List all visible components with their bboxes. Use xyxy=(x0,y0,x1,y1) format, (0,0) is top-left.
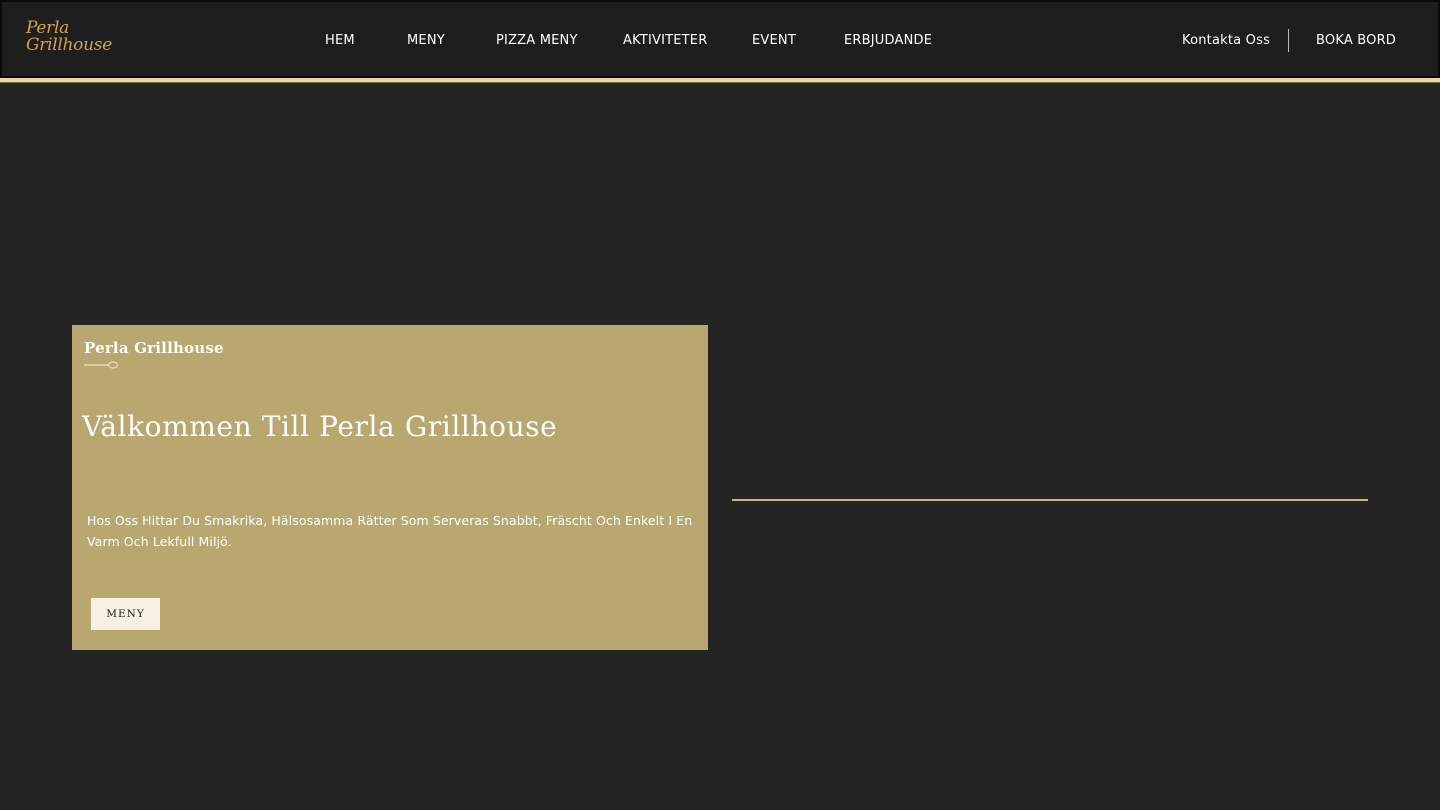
nav-item-hem[interactable]: HEM xyxy=(325,32,355,50)
nav-item-pizza-meny[interactable]: PIZZA MENY xyxy=(496,32,578,50)
menu-button[interactable]: MENY xyxy=(91,598,160,630)
hero-title: Välkommen Till Perla Grillhouse xyxy=(82,410,558,443)
spoon-ornament-icon xyxy=(84,361,118,369)
nav-item-meny[interactable]: MENY xyxy=(407,32,445,50)
decorative-divider-line xyxy=(732,499,1368,501)
hero-description: Hos Oss Hittar Du Smakrika, Hälsosamma R… xyxy=(87,513,693,549)
site-header: Perla Grillhouse HEM MENY PIZZA MENY AKT… xyxy=(0,0,1440,78)
nav-item-erbjudande[interactable]: ERBJUDANDE xyxy=(844,32,932,50)
header-accent-strip xyxy=(0,78,1440,83)
contact-link[interactable]: Kontakta Oss xyxy=(1182,32,1270,50)
card-brand-label: Perla Grillhouse xyxy=(84,339,224,357)
nav-item-event[interactable]: EVENT xyxy=(752,32,796,50)
header-divider xyxy=(1288,29,1289,52)
main-navigation: HEM MENY PIZZA MENY AKTIVITETER EVENT ER… xyxy=(2,2,1440,80)
book-table-link[interactable]: BOKA BORD xyxy=(1316,32,1396,50)
welcome-card: Perla Grillhouse Välkommen Till Perla Gr… xyxy=(72,325,708,650)
nav-item-aktiviteter[interactable]: AKTIVITETER xyxy=(623,32,707,50)
